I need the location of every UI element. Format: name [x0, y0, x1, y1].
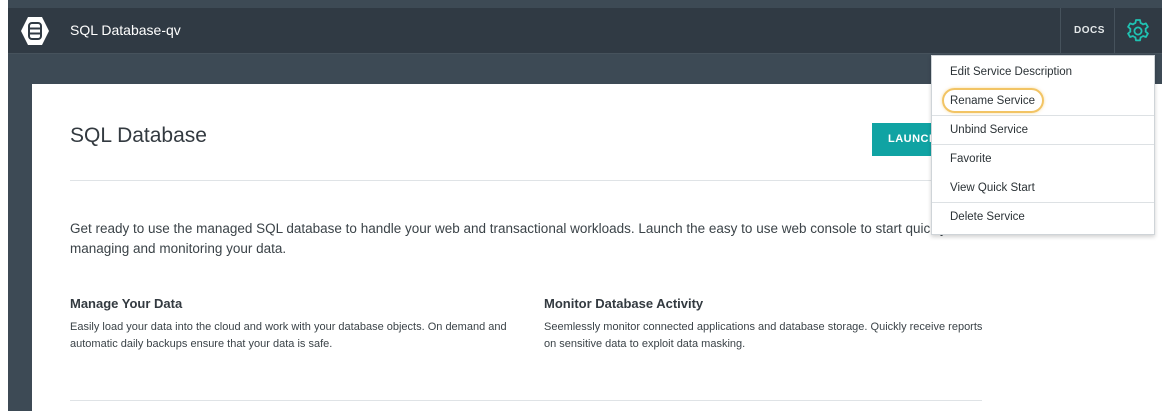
- feature-body: Easily load your data into the cloud and…: [70, 321, 507, 350]
- menu-item-unbind-service[interactable]: Unbind Service: [932, 116, 1154, 145]
- database-icon[interactable]: [20, 16, 50, 46]
- menu-item-label: Edit Service Description: [950, 66, 1073, 78]
- menu-item-label: Rename Service: [950, 95, 1036, 107]
- menu-item-rename-service[interactable]: Rename Service: [932, 87, 1154, 116]
- gear-icon[interactable]: [1124, 17, 1152, 45]
- menu-item-label: Unbind Service: [950, 124, 1028, 136]
- menu-item-edit-description[interactable]: Edit Service Description: [932, 58, 1154, 87]
- feature-heading: Monitor Database Activity: [544, 296, 704, 311]
- menu-item-label: Delete Service: [950, 211, 1025, 223]
- feature-heading: Manage Your Data: [70, 296, 183, 311]
- docs-link[interactable]: DOCS: [1074, 25, 1105, 36]
- feature-body: Seemlessly monitor connected application…: [544, 321, 983, 350]
- menu-item-label: View Quick Start: [950, 182, 1035, 194]
- feature-manage-data: Manage Your Data Easily load your data i…: [70, 296, 520, 353]
- menu-item-label: Favorite: [950, 153, 992, 165]
- menu-item-delete-service[interactable]: Delete Service: [932, 203, 1154, 232]
- feature-monitor-activity: Monitor Database Activity Seemlessly mon…: [544, 296, 984, 353]
- settings-menu: Edit Service Description Rename Service …: [931, 55, 1155, 235]
- divider: [70, 400, 982, 401]
- divider: [1114, 8, 1115, 53]
- divider: [70, 180, 982, 181]
- page-title: SQL Database: [70, 124, 207, 147]
- menu-item-view-quick-start[interactable]: View Quick Start: [932, 174, 1154, 203]
- page-edge: [0, 0, 8, 411]
- app-frame: SQL Database-qv DOCS SQL Database LAUNCH…: [0, 0, 1162, 411]
- menu-item-favorite[interactable]: Favorite: [932, 145, 1154, 174]
- intro-text: Get ready to use the managed SQL databas…: [70, 221, 947, 256]
- top-bar: SQL Database-qv DOCS: [8, 8, 1162, 54]
- divider: [1060, 8, 1061, 53]
- service-title: SQL Database-qv: [70, 22, 181, 38]
